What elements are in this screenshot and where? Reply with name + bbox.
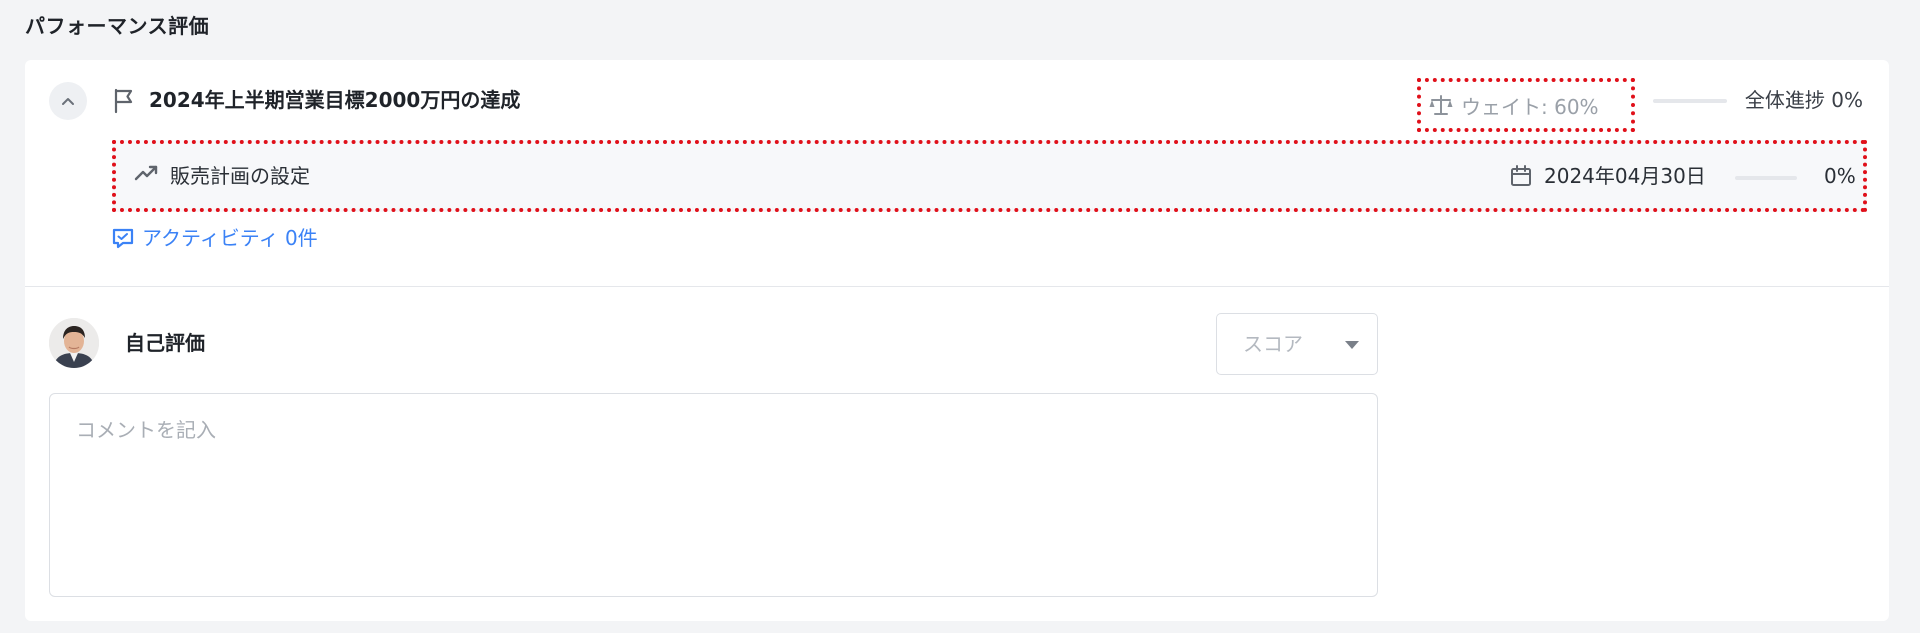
key-result-progress-bar (1735, 176, 1797, 180)
avatar (49, 318, 99, 368)
activity-link[interactable]: アクティビティ 0件 (112, 224, 318, 252)
scale-icon (1429, 95, 1453, 115)
evaluation-card: 2024年上半期営業目標2000万円の達成 ウェイト: 60% 全体進捗 0% … (25, 60, 1889, 621)
weight-indicator: ウェイト: 60% (1417, 78, 1635, 132)
key-result-progress-label: 0% (1824, 164, 1856, 188)
comment-icon (112, 228, 134, 249)
overall-progress-label: 全体進捗 0% (1744, 88, 1863, 112)
collapse-button[interactable] (49, 82, 87, 120)
self-evaluation-label: 自己評価 (125, 331, 205, 355)
key-result-due-date: 2024年04月30日 (1544, 164, 1706, 188)
comment-input[interactable] (49, 393, 1378, 597)
user-photo (49, 318, 99, 368)
caret-down-icon (1345, 341, 1359, 349)
weight-label: ウェイト: 60% (1461, 94, 1599, 119)
score-select[interactable]: スコア (1216, 313, 1378, 375)
activity-label: アクティビティ 0件 (142, 226, 318, 250)
trending-up-icon (134, 165, 158, 181)
score-placeholder: スコア (1243, 332, 1303, 356)
key-result-title: 販売計画の設定 (170, 164, 310, 188)
section-divider (25, 286, 1889, 287)
objective-title: 2024年上半期営業目標2000万円の達成 (149, 88, 521, 112)
key-result-row[interactable]: 販売計画の設定 2024年04月30日 0% (112, 140, 1867, 212)
flag-icon (114, 88, 133, 114)
page-title: パフォーマンス評価 (25, 14, 210, 38)
chevron-up-icon (62, 98, 74, 105)
overall-progress-bar (1653, 99, 1727, 103)
calendar-icon (1511, 165, 1531, 186)
